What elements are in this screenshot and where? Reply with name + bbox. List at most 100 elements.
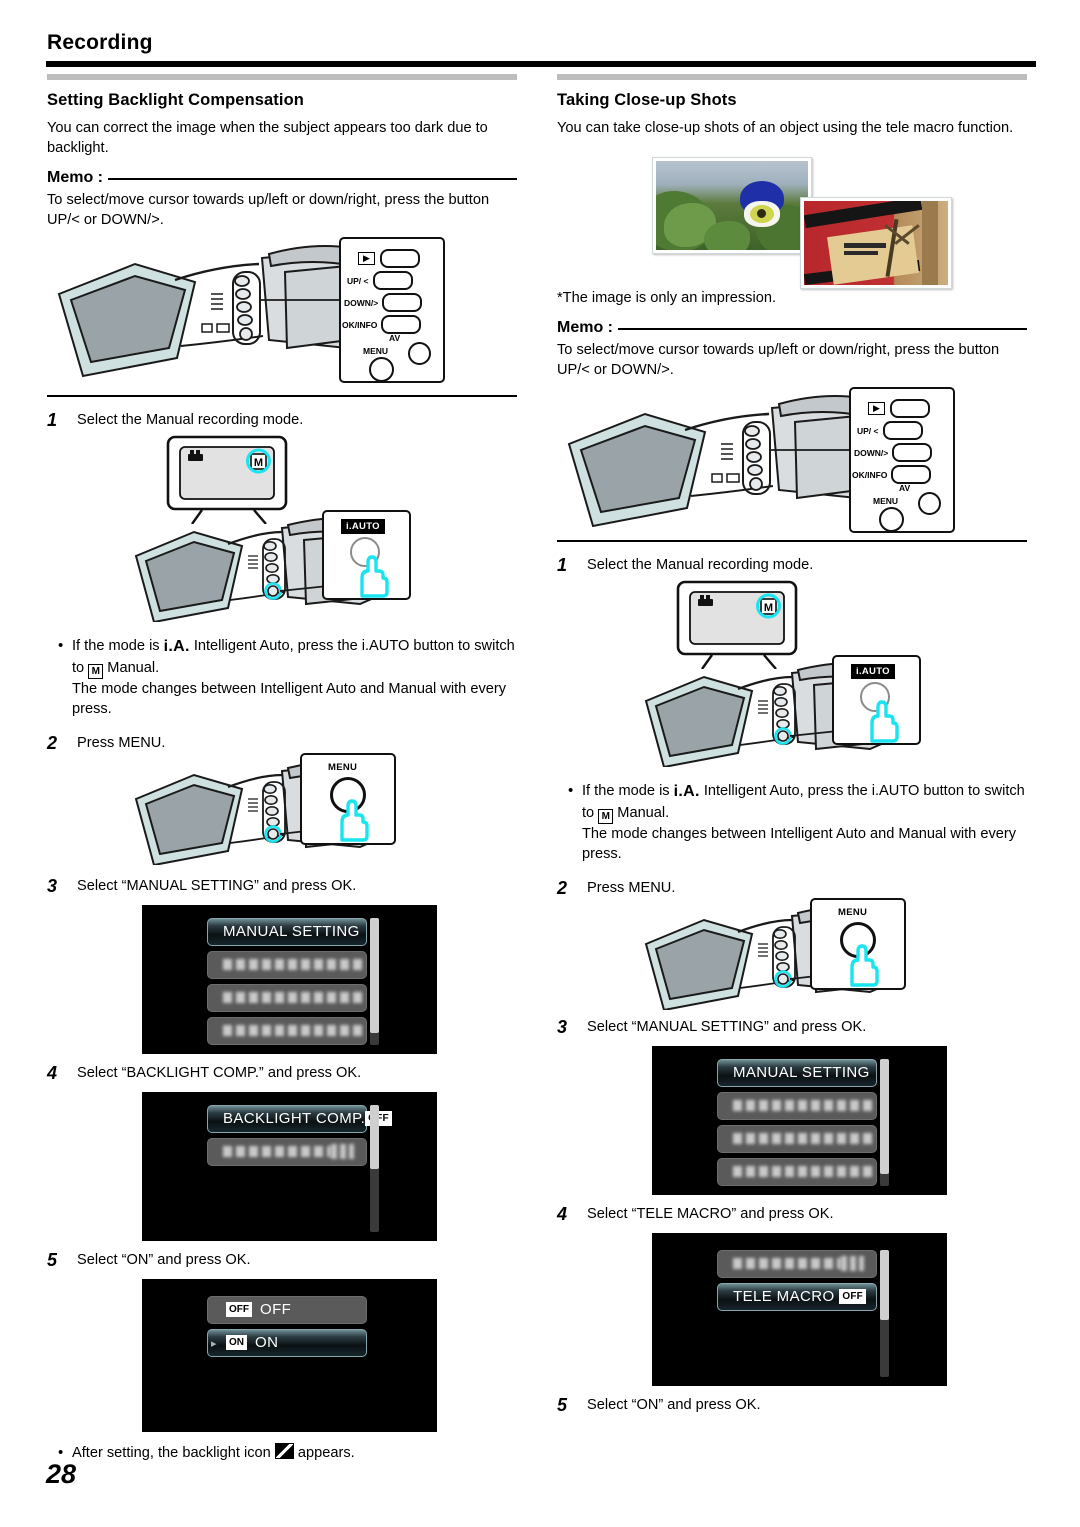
down-button-label: DOWN/>: [344, 297, 379, 308]
right-step-2: 2 Press MENU.: [557, 878, 1027, 898]
av-button[interactable]: [918, 492, 941, 515]
left-section-title: Setting Backlight Compensation: [47, 91, 304, 109]
button-panel-callout: ▶ UP/ < DOWN/> OK/INFO AV MENU: [339, 237, 445, 383]
svg-text:M: M: [764, 602, 773, 614]
left-step-2-number: 2: [47, 732, 58, 753]
menu-button[interactable]: [369, 357, 394, 382]
menu-row-blurred[interactable]: [207, 1137, 367, 1166]
left-step-4-text: Select “BACKLIGHT COMP.” and press OK.: [77, 1064, 362, 1081]
menu-row-blurred[interactable]: [717, 1124, 877, 1153]
left-bullet-note: • If the mode is i.A. Intelligent Auto, …: [47, 636, 517, 720]
scrollbar-thumb[interactable]: [880, 1058, 889, 1174]
menu-button-label: MENU: [363, 346, 389, 356]
menu-row-label: MANUAL SETTING: [223, 923, 360, 940]
scrollbar-thumb[interactable]: [880, 1249, 889, 1320]
option-label-off: OFF: [260, 1301, 292, 1318]
blurred-label: [223, 992, 366, 1003]
left-camcorder-figure: ▶ UP/ < DOWN/> OK/INFO AV MENU: [47, 236, 517, 391]
menu-row-blurred[interactable]: [207, 950, 367, 979]
header-rule: [46, 61, 1036, 67]
hand-pointer-icon: [360, 555, 389, 598]
blurred-badge: [330, 1144, 354, 1159]
blurred-label: [223, 1146, 331, 1157]
left-memo-label: Memo :: [47, 169, 103, 186]
menu-button[interactable]: [879, 507, 904, 532]
right-bullet-dot: •: [568, 782, 574, 799]
scrollbar-thumb[interactable]: [370, 1104, 379, 1169]
menu-row-manual-setting[interactable]: MANUAL SETTING: [207, 917, 367, 946]
right-intro-text: You can take close-up shots of an object…: [557, 120, 1014, 136]
selection-arrow-icon: ▸: [211, 1337, 217, 1350]
left-column: Setting Backlight Compensation You can c…: [47, 74, 517, 1463]
svg-text:M: M: [254, 457, 263, 469]
ok-info-button[interactable]: [891, 465, 932, 484]
play-icon: ▶: [868, 402, 885, 415]
right-step-5: 5 Select “ON” and press OK.: [557, 1395, 1027, 1415]
play-button[interactable]: [889, 399, 930, 418]
option-row-on[interactable]: ▸ ON ON: [207, 1328, 367, 1357]
play-icon: ▶: [358, 252, 375, 265]
blurred-label: [733, 1166, 876, 1177]
menu-row-tele-macro[interactable]: TELE MACRO OFF: [717, 1282, 877, 1311]
left-step-3-number: 3: [47, 875, 58, 896]
right-camcorder-figure: ▶ UP/ < DOWN/> OK/INFO AV MENU: [557, 386, 1027, 538]
right-step-4: 4 Select “TELE MACRO” and press OK.: [557, 1204, 1027, 1224]
menu-row-blurred[interactable]: [207, 1016, 367, 1045]
left-step-3: 3 Select “MANUAL SETTING” and press OK.: [47, 876, 517, 896]
down-button-label: DOWN/>: [854, 447, 889, 458]
up-button[interactable]: [372, 271, 413, 290]
hand-pointer-icon: [850, 943, 879, 987]
menu-row-blurred[interactable]: [207, 983, 367, 1012]
iauto-mode-icon: i.A.: [673, 783, 700, 800]
play-button[interactable]: [379, 249, 420, 268]
blurred-badge: [840, 1256, 864, 1271]
menu-row-blurred[interactable]: [717, 1249, 877, 1278]
menu-button-label: MENU: [873, 496, 899, 506]
lcd-tele-macro-screen: TELE MACRO OFF: [652, 1232, 947, 1386]
blurred-label: [733, 1258, 841, 1269]
page-header-title: Recording: [47, 31, 153, 54]
left-section-bar: [47, 74, 517, 80]
left-step-5: 5 Select “ON” and press OK.: [47, 1250, 517, 1270]
left-step-1-figure: M i.AUTO: [47, 434, 517, 624]
menu-row-manual-setting[interactable]: MANUAL SETTING: [717, 1058, 877, 1087]
right-memo-text: To select/move cursor towards up/left or…: [557, 342, 1000, 378]
left-step-2-text: Press MENU.: [77, 734, 166, 751]
blurred-label: [223, 1025, 366, 1036]
left-step-1-number: 1: [47, 410, 58, 430]
left-footnote-post: appears.: [297, 1444, 355, 1461]
page-number: 28: [46, 1459, 77, 1489]
up-button[interactable]: [882, 421, 923, 440]
sample-photo-dragonfly: [800, 196, 952, 289]
hand-pointer-icon: [340, 798, 369, 842]
down-button[interactable]: [892, 443, 933, 462]
menu-callout-label: MENU: [328, 761, 358, 773]
ok-info-button-label: OK/INFO: [342, 319, 378, 330]
right-step-1-figure: M i.AUTO: [557, 579, 1027, 769]
up-button-label: UP/ <: [347, 275, 369, 286]
menu-row-backlight-comp[interactable]: BACKLIGHT COMP. OFF: [207, 1104, 392, 1133]
manual-mode-icon: M: [598, 808, 614, 824]
on-badge-icon: ON: [226, 1335, 247, 1350]
av-button[interactable]: [408, 342, 431, 365]
left-memo-text: To select/move cursor towards up/left or…: [47, 192, 490, 228]
right-step-1-number: 1: [557, 555, 568, 575]
menu-button-callout: MENU: [810, 897, 906, 990]
right-column: Taking Close-up Shots You can take close…: [557, 74, 1027, 1415]
left-bullet-post: Manual.: [107, 659, 160, 676]
down-button[interactable]: [382, 293, 423, 312]
option-row-off[interactable]: OFF OFF: [207, 1295, 367, 1324]
ok-info-button[interactable]: [381, 315, 422, 334]
camcorder-illustration: [57, 245, 387, 378]
right-memo-rule: [618, 328, 1027, 330]
right-step-4-text: Select “TELE MACRO” and press OK.: [587, 1205, 834, 1222]
right-memo-label: Memo :: [557, 319, 613, 336]
left-step-1-text: Select the Manual recording mode.: [77, 412, 304, 428]
blurred-label: [223, 959, 366, 970]
scrollbar-thumb[interactable]: [370, 917, 379, 1033]
menu-row-blurred[interactable]: [717, 1091, 877, 1120]
menu-row-blurred[interactable]: [717, 1157, 877, 1186]
right-step-1: 1 Select the Manual recording mode.: [557, 555, 1027, 575]
left-step-2: 2 Press MENU.: [47, 733, 517, 753]
status-badge-off: OFF: [839, 1289, 866, 1304]
